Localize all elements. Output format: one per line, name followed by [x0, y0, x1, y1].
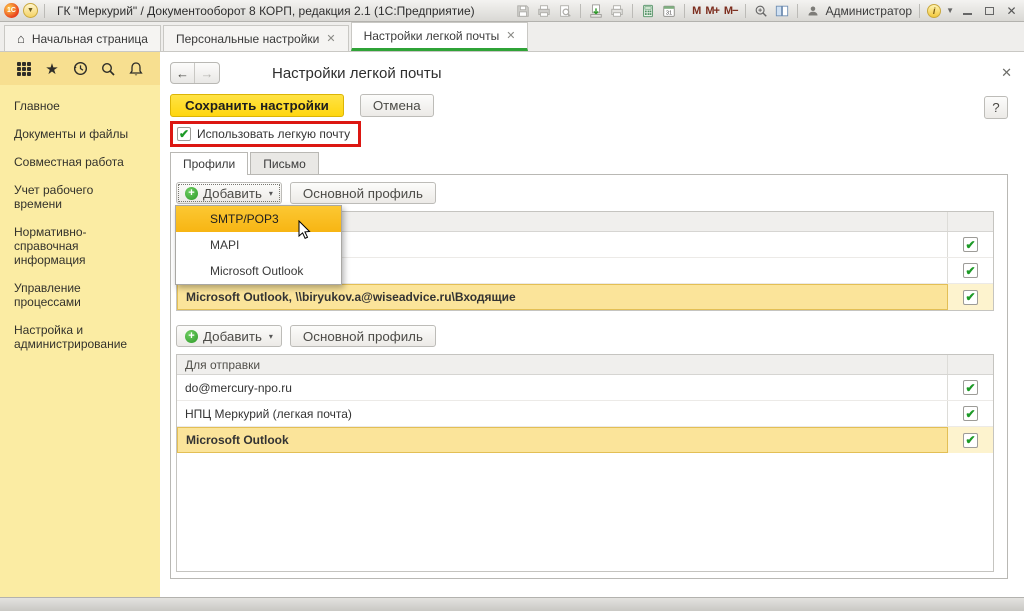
- plus-icon: +: [185, 187, 198, 200]
- print-icon[interactable]: [536, 3, 552, 19]
- back-button[interactable]: ←: [171, 63, 195, 83]
- window-title: ГК "Меркурий" / Документооборот 8 КОРП, …: [57, 4, 475, 18]
- chevron-down-icon[interactable]: ▼: [946, 6, 954, 15]
- zoom-icon[interactable]: [753, 3, 769, 19]
- sidebar-item-main[interactable]: Главное: [14, 99, 144, 113]
- sidebar-item-process-management[interactable]: Управление процессами: [14, 281, 144, 309]
- send-profiles-table: Для отправки do@mercury-npo.ru ✔ НПЦ Мер…: [176, 354, 994, 572]
- page-title: Настройки легкой почты: [272, 65, 442, 82]
- form-close-icon[interactable]: ✕: [1001, 65, 1012, 81]
- sidebar-item-collaboration[interactable]: Совместная работа: [14, 155, 144, 169]
- svg-text:31: 31: [666, 10, 672, 16]
- use-light-mail-label: Использовать легкую почту: [197, 127, 350, 141]
- profiles-panel: + Добавить ▾ Основной профиль ✔: [170, 174, 1008, 579]
- table-row-selected[interactable]: Microsoft Outlook, \\biryukov.a@wiseadvi…: [177, 284, 993, 310]
- table-header-row: Для отправки: [177, 355, 993, 375]
- tab-letter[interactable]: Письмо: [250, 152, 319, 175]
- menu-item-microsoft-outlook[interactable]: Microsoft Outlook: [176, 258, 341, 284]
- save-settings-button[interactable]: Сохранить настройки: [170, 94, 344, 117]
- sidebar-item-reference-info[interactable]: Нормативно-справочная информация: [14, 225, 144, 267]
- menu-item-mapi[interactable]: MAPI: [176, 232, 341, 258]
- notifications-bell-icon[interactable]: [126, 59, 146, 79]
- row-checkbox[interactable]: ✔: [963, 380, 978, 395]
- annotation-red-frame: ✔ Использовать легкую почту: [170, 121, 361, 147]
- app-logo-1c-icon: 1С: [4, 3, 19, 18]
- maximize-button[interactable]: [981, 3, 998, 18]
- minimize-button[interactable]: [959, 3, 976, 18]
- split-view-icon[interactable]: [774, 3, 790, 19]
- tab-light-mail-settings[interactable]: Настройки легкой почты ✕: [351, 22, 529, 51]
- add-profile-dropdown-menu: SMTP/POP3 MAPI Microsoft Outlook: [175, 205, 342, 285]
- calendar-icon[interactable]: 31: [661, 3, 677, 19]
- user-icon: [805, 3, 821, 19]
- help-button[interactable]: ?: [984, 96, 1008, 119]
- home-icon: ⌂: [17, 32, 25, 45]
- chevron-down-icon: ▾: [269, 189, 273, 198]
- divider: [684, 4, 685, 18]
- row-checkbox[interactable]: ✔: [963, 406, 978, 421]
- app-tab-bar: ⌂ Начальная страница Персональные настро…: [0, 22, 1024, 52]
- main-receive-profile-button[interactable]: Основной профиль: [290, 182, 436, 204]
- sections-menu-icon[interactable]: [14, 59, 34, 79]
- sidebar-item-time-tracking[interactable]: Учет рабочего времени: [14, 183, 144, 211]
- main-send-profile-button[interactable]: Основной профиль: [290, 325, 436, 347]
- table-row[interactable]: НПЦ Меркурий (легкая почта) ✔: [177, 401, 993, 427]
- form-tab-bar: Профили Письмо: [170, 152, 1024, 175]
- memory-m-plus-button[interactable]: M+: [705, 5, 719, 17]
- history-icon[interactable]: [70, 59, 90, 79]
- favorites-star-icon[interactable]: ★: [42, 59, 62, 79]
- sidebar-item-administration[interactable]: Настройка и администрирование: [14, 323, 144, 351]
- menu-item-smtp-pop3[interactable]: SMTP/POP3: [176, 206, 341, 232]
- status-bar: [0, 597, 1024, 611]
- tab-profiles[interactable]: Профили: [170, 152, 248, 175]
- divider: [919, 4, 920, 18]
- sidebar-item-documents[interactable]: Документы и файлы: [14, 127, 144, 141]
- main-area: ← → Настройки легкой почты ✕ Сохранить н…: [160, 52, 1024, 597]
- table-row[interactable]: do@mercury-npo.ru ✔: [177, 375, 993, 401]
- divider: [632, 4, 633, 18]
- close-button[interactable]: ✕: [1003, 3, 1020, 18]
- window-titlebar: 1С ▼ ГК "Меркурий" / Документооборот 8 К…: [0, 0, 1024, 22]
- close-tab-icon[interactable]: ✕: [506, 29, 515, 42]
- print-file-icon[interactable]: [609, 3, 625, 19]
- main-menu-button[interactable]: ▼: [23, 3, 38, 18]
- nav-history-buttons: ← →: [170, 62, 220, 84]
- memory-m-minus-button[interactable]: M−: [724, 5, 738, 17]
- divider: [580, 4, 581, 18]
- save-icon[interactable]: [515, 3, 531, 19]
- tab-home[interactable]: ⌂ Начальная страница: [4, 25, 161, 51]
- table-row-selected[interactable]: Microsoft Outlook ✔: [177, 427, 993, 453]
- info-icon[interactable]: i: [927, 4, 941, 18]
- calculator-icon[interactable]: [640, 3, 656, 19]
- divider: [797, 4, 798, 18]
- use-light-mail-checkbox[interactable]: ✔: [177, 127, 191, 141]
- forward-button[interactable]: →: [195, 63, 219, 83]
- tab-personal-settings[interactable]: Персональные настройки ✕: [163, 25, 349, 51]
- sidebar: ★ Главное Документы и файлы Совместная р…: [0, 52, 160, 597]
- mouse-cursor-icon: [298, 220, 312, 240]
- add-send-profile-button[interactable]: + Добавить ▾: [176, 325, 282, 347]
- cancel-button[interactable]: Отмена: [360, 94, 434, 117]
- chevron-down-icon: ▾: [269, 332, 273, 341]
- row-checkbox[interactable]: ✔: [963, 237, 978, 252]
- divider: [745, 4, 746, 18]
- memory-m-button[interactable]: M: [692, 5, 700, 17]
- row-checkbox[interactable]: ✔: [963, 290, 978, 305]
- load-file-icon[interactable]: [588, 3, 604, 19]
- print-preview-icon[interactable]: [557, 3, 573, 19]
- current-user-label: Администратор: [826, 4, 913, 18]
- add-receive-profile-button[interactable]: + Добавить ▾: [176, 182, 282, 204]
- close-tab-icon[interactable]: ✕: [326, 32, 335, 45]
- plus-icon: +: [185, 330, 198, 343]
- divider: [44, 4, 45, 18]
- search-icon[interactable]: [98, 59, 118, 79]
- row-checkbox[interactable]: ✔: [963, 433, 978, 448]
- row-checkbox[interactable]: ✔: [963, 263, 978, 278]
